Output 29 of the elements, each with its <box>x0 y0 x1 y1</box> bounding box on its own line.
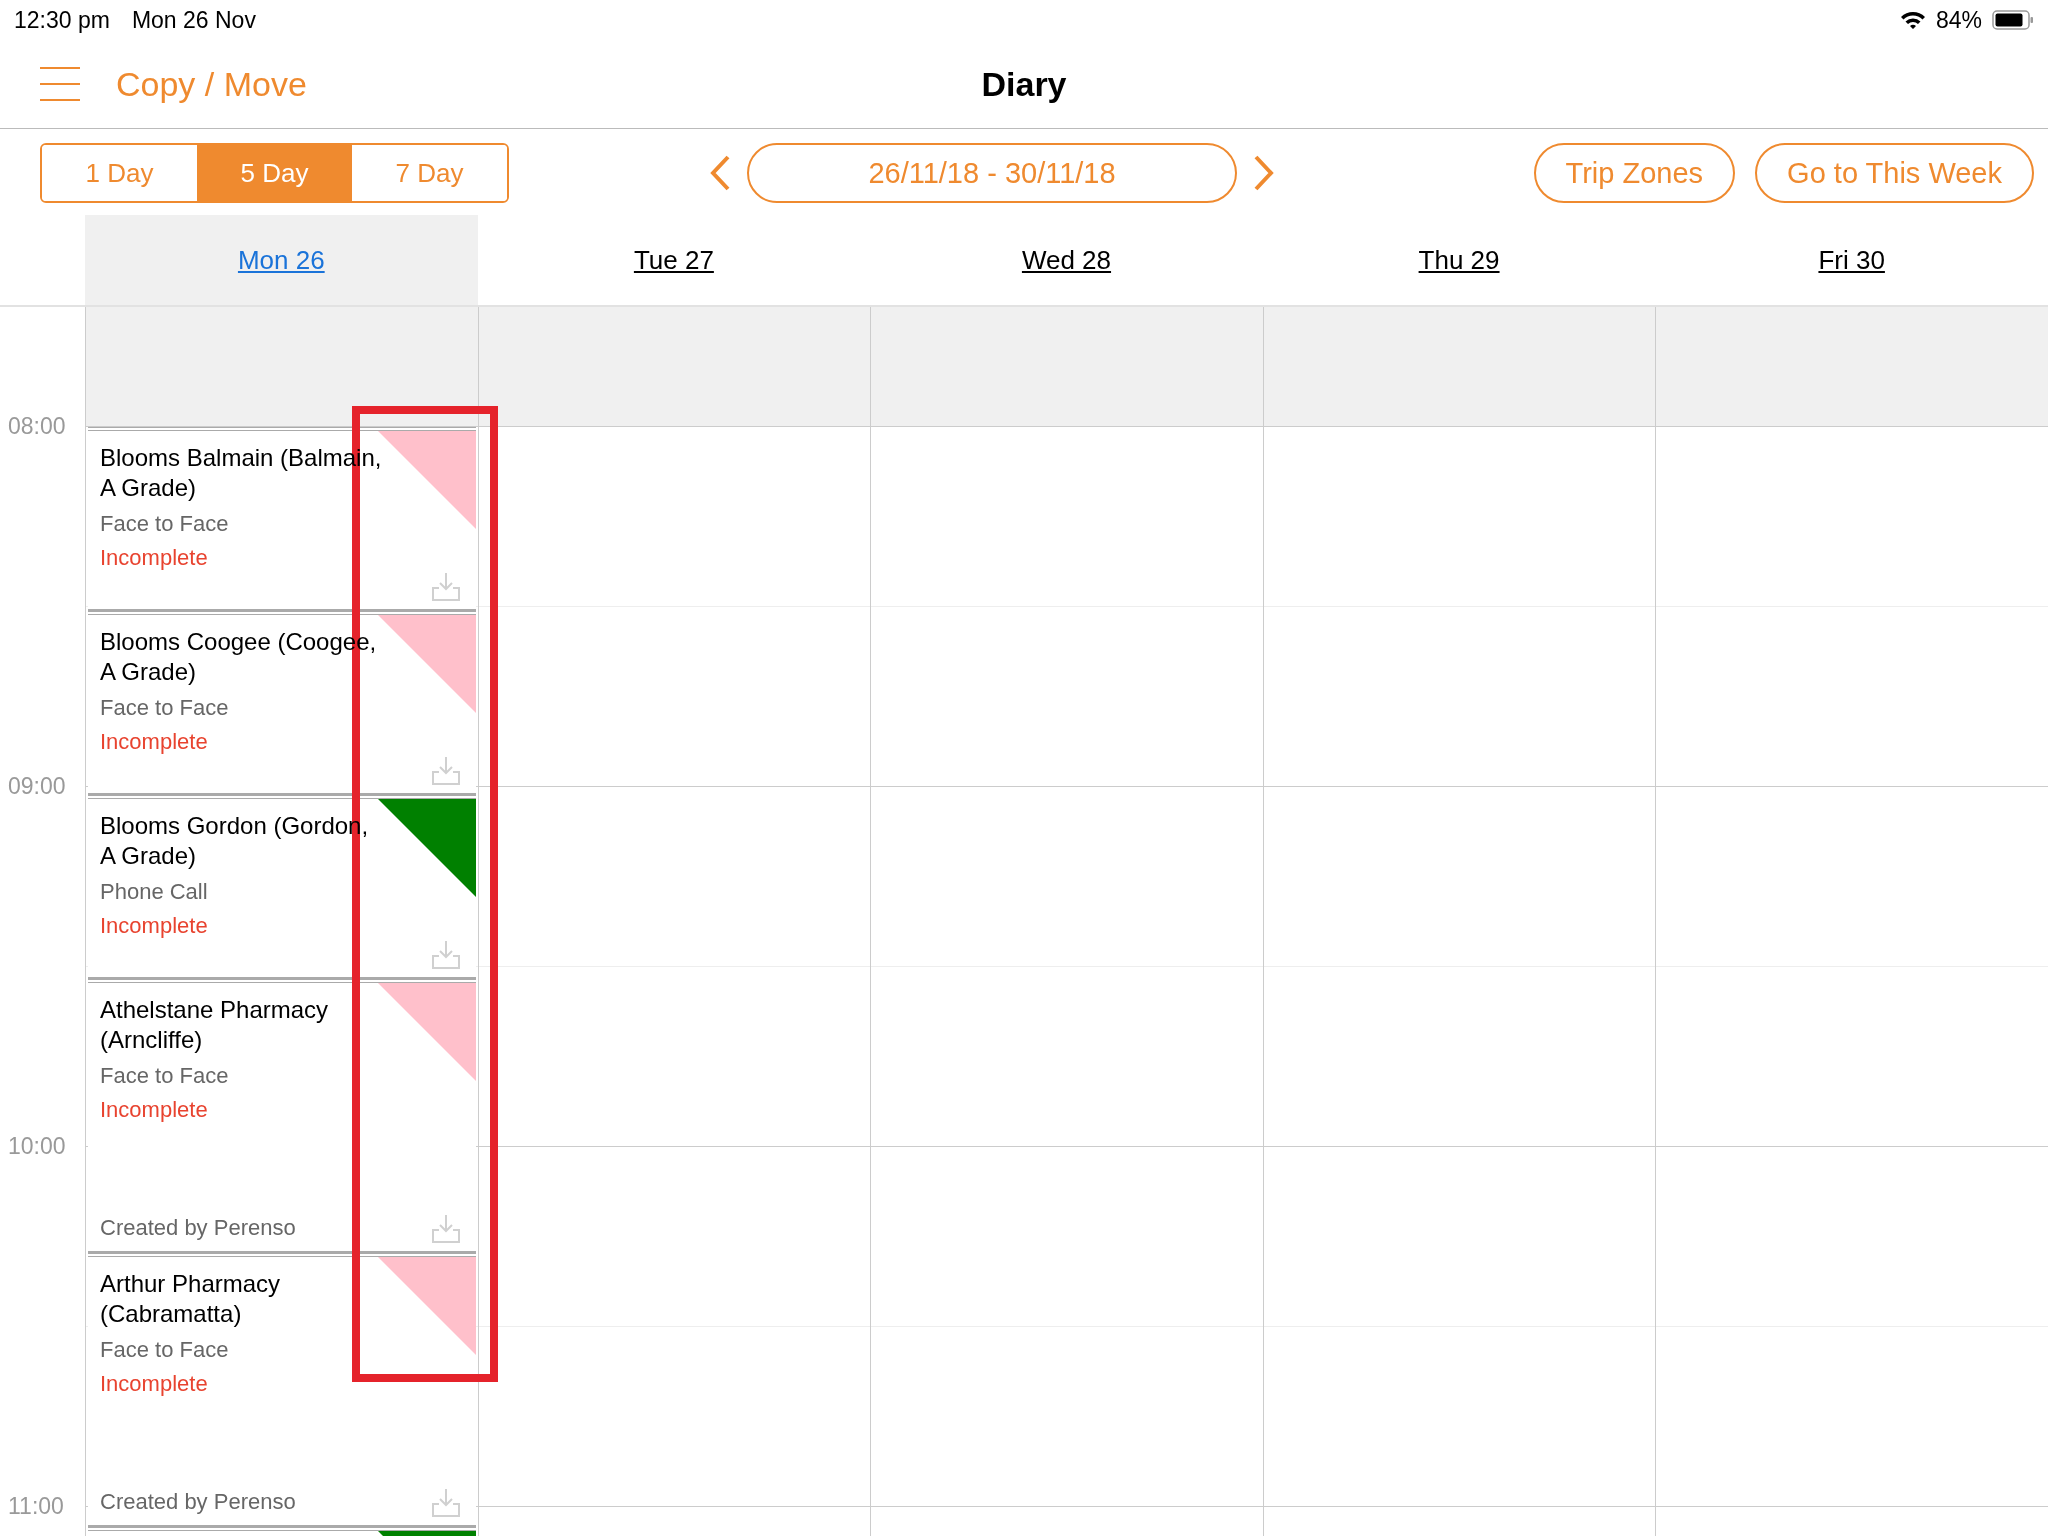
appointment-type: Face to Face <box>100 1337 230 1363</box>
status-date: Mon 26 Nov <box>131 6 256 34</box>
time-label: 11:00 <box>8 1493 64 1519</box>
day-link[interactable]: Mon 26 <box>237 244 325 276</box>
battery-percentage: 84% <box>1935 6 1982 34</box>
day-link[interactable]: Wed 28 <box>1021 244 1112 276</box>
appointment-status: Incomplete <box>100 1371 209 1397</box>
time-label: 08:00 <box>8 413 66 439</box>
appointment-status: Incomplete <box>100 913 209 939</box>
time-label: 09:00 <box>8 773 66 799</box>
status-time: 12:30 pm <box>14 6 110 34</box>
appointment-status: Incomplete <box>100 545 209 571</box>
appointment-type: Face to Face <box>100 1063 230 1089</box>
appointment-status: Incomplete <box>100 729 209 755</box>
appointment-type: Face to Face <box>100 511 230 537</box>
appointment-card[interactable]: Arthur Pharmacy (Cabramatta) Face to Face Incomplete Created by Perenso <box>88 1253 476 1527</box>
created-by-text: Created by Perenso <box>100 1489 296 1515</box>
day-link[interactable]: Thu 29 <box>1418 244 1500 276</box>
appointment-title: Athelstane Pharmacy (Arncliffe) <box>100 995 330 1055</box>
day-link[interactable]: Tue 27 <box>633 244 714 276</box>
appointment-title: Arthur Pharmacy (Cabramatta) <box>100 1269 282 1329</box>
appointment-type: Phone Call <box>100 879 209 905</box>
appointment-card[interactable]: Athelstane Pharmacy (Arncliffe) Face to Face Incomplete Created by Perenso <box>88 979 476 1253</box>
appointment-status: Incomplete <box>100 1097 209 1123</box>
day-link[interactable]: Fri 30 <box>1818 244 1885 276</box>
screen-title: Diary <box>981 64 1067 104</box>
time-label: 10:00 <box>8 1133 66 1159</box>
appointment-type: Face to Face <box>100 695 230 721</box>
created-by-text: Created by Perenso <box>100 1215 296 1241</box>
